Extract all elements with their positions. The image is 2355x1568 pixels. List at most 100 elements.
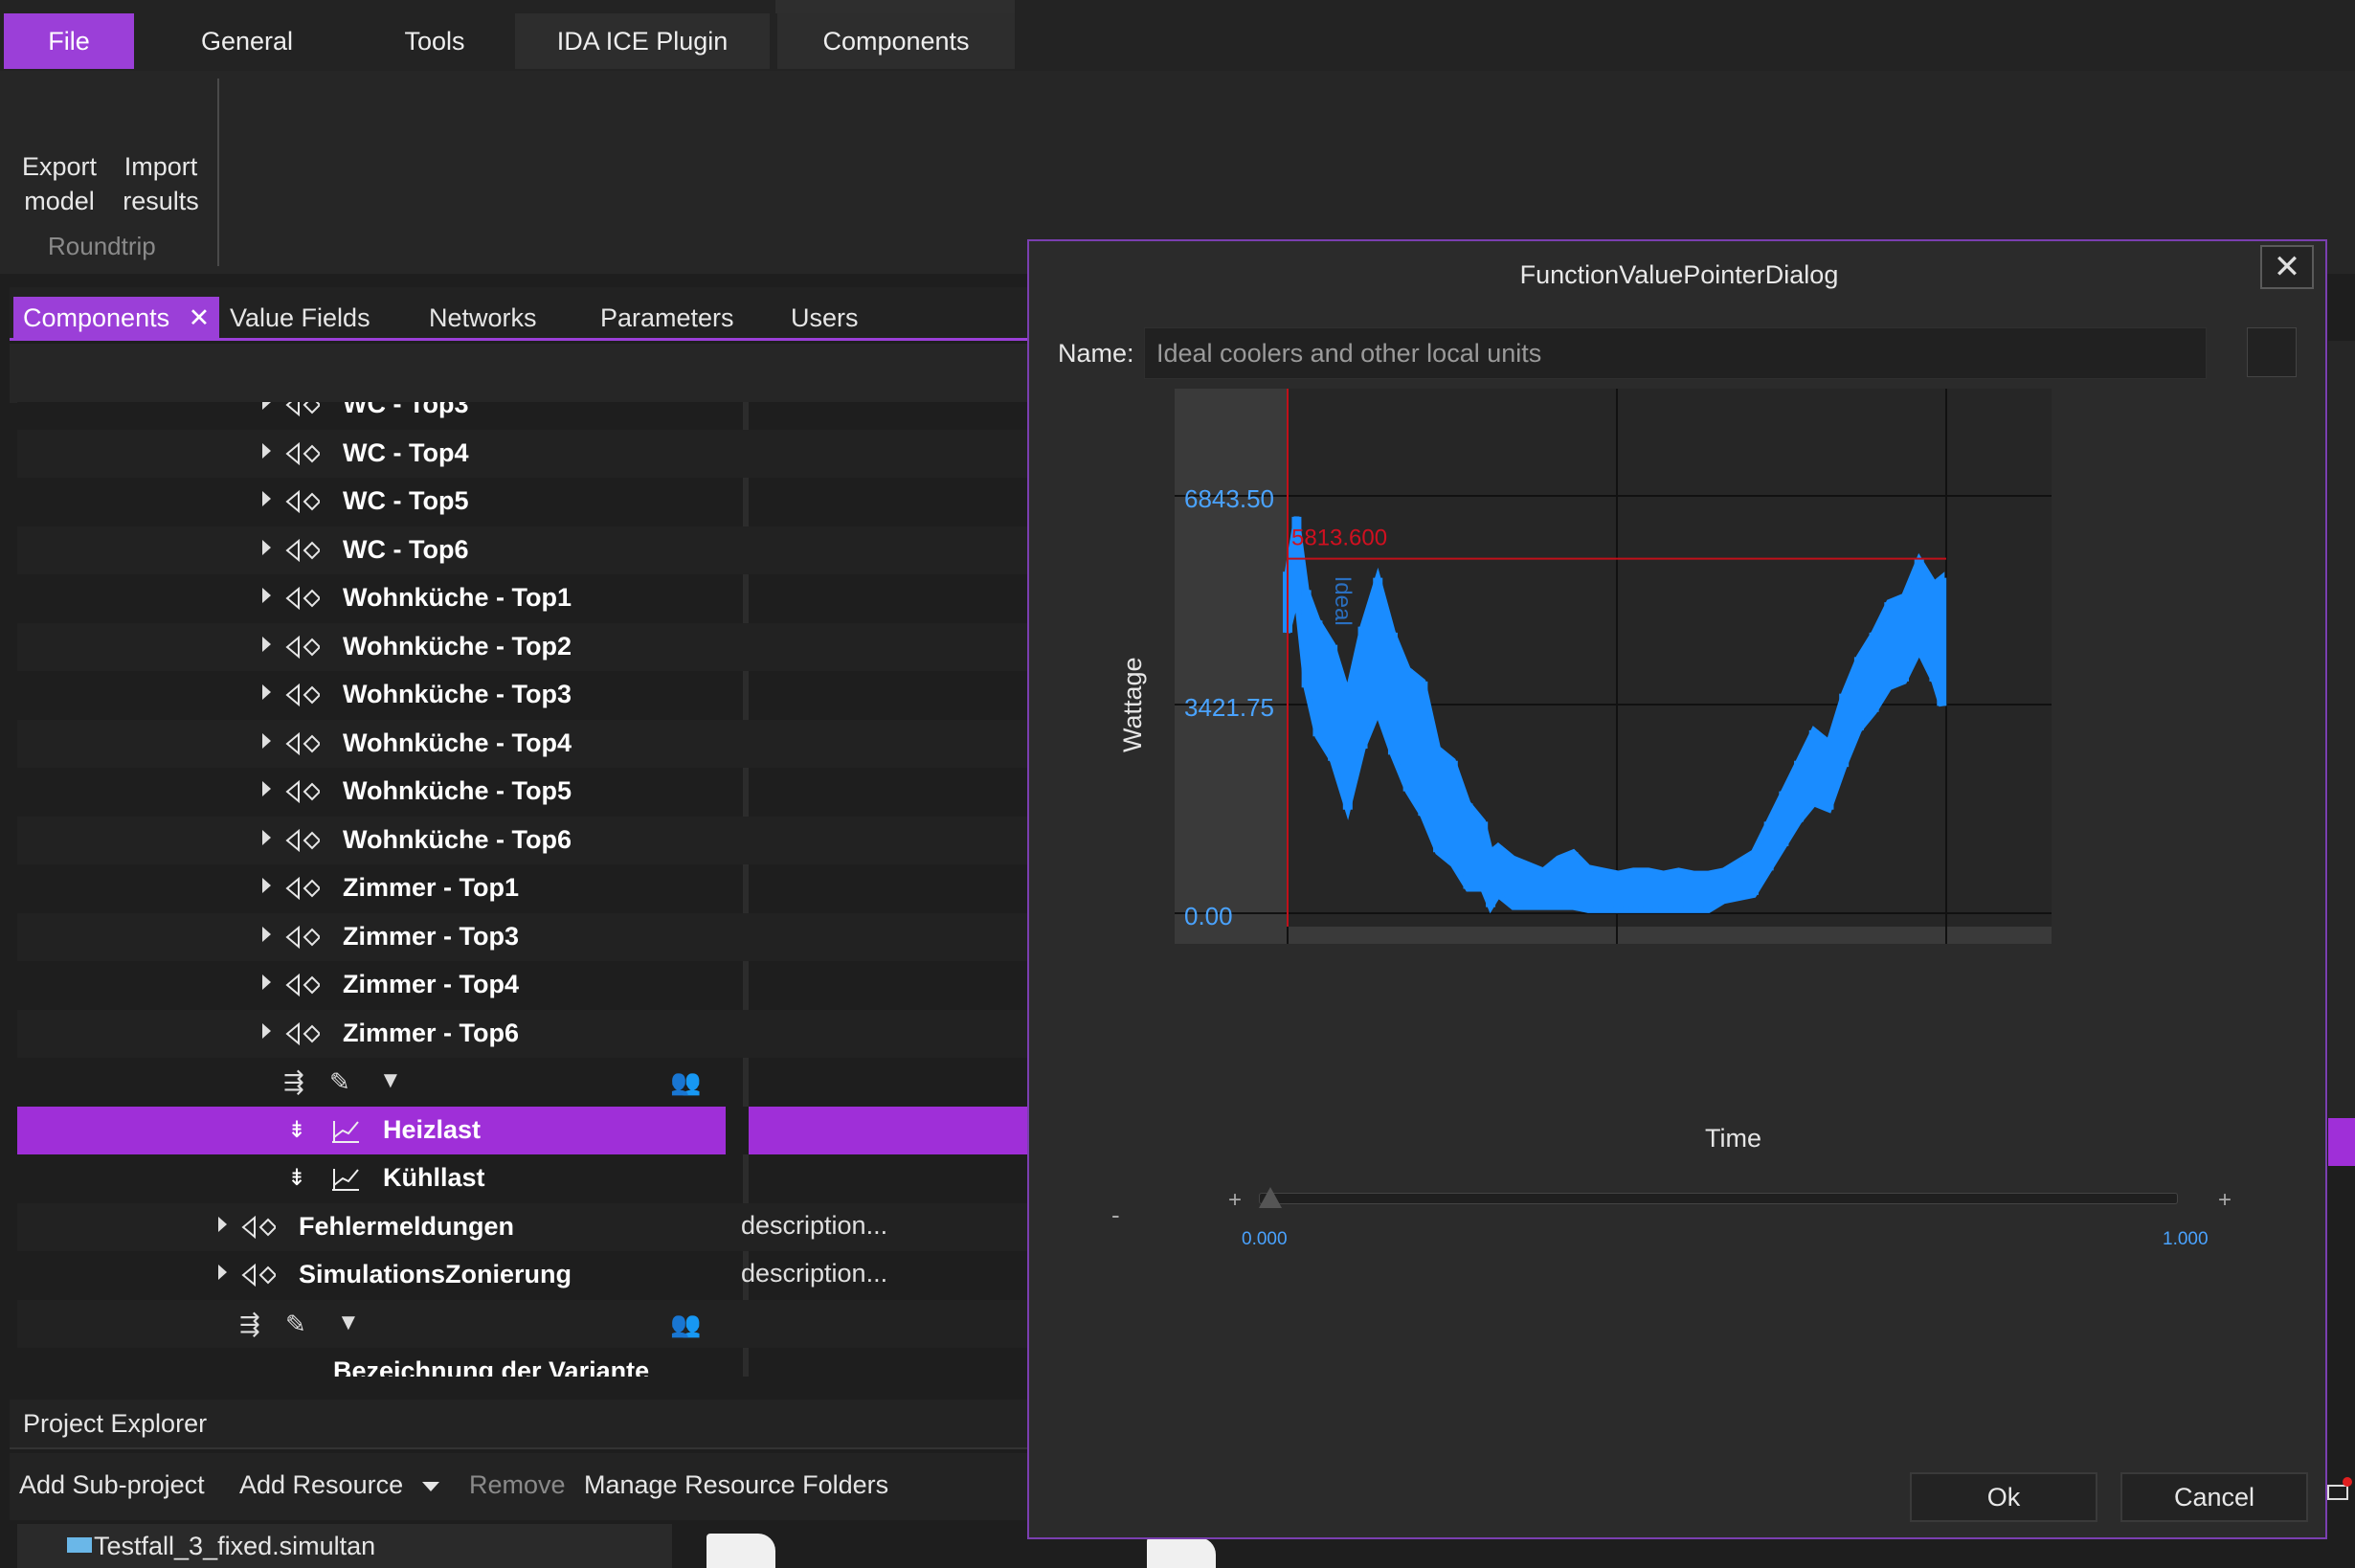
tab-users[interactable]: Users bbox=[791, 297, 859, 339]
tree-row[interactable]: Wohnküche - Top5 bbox=[17, 768, 1029, 816]
add-resource-button[interactable]: Add Resource bbox=[239, 1470, 439, 1500]
expand-icon[interactable] bbox=[262, 684, 271, 700]
tree-row[interactable]: Zimmer - Top3 bbox=[17, 912, 1029, 961]
function-value-pointer-dialog: FunctionValuePointerDialog ✕ Name: Ideal… bbox=[1027, 239, 2327, 1539]
y-tick-label: 3421.75 bbox=[1184, 693, 1274, 722]
expand-icon[interactable] bbox=[262, 732, 271, 749]
tree-row[interactable]: WC - Top6 bbox=[17, 526, 1029, 574]
edit-icon[interactable]: ✎ bbox=[329, 1067, 362, 1096]
link-icon[interactable]: ⇶ bbox=[239, 1310, 272, 1338]
expand-icon[interactable] bbox=[262, 878, 271, 893]
tree-row[interactable]: SimulationsZonierung description... bbox=[17, 1251, 1029, 1299]
tree-row[interactable]: Wohnküche - Top1 bbox=[17, 574, 1029, 622]
tree-row[interactable]: Wohnküche - Top3 bbox=[17, 671, 1029, 719]
expand-icon[interactable] bbox=[262, 926, 271, 942]
manage-resource-folders-button[interactable]: Manage Resource Folders bbox=[584, 1470, 888, 1500]
ribbon-group-label: Roundtrip bbox=[48, 232, 156, 260]
expand-icon[interactable] bbox=[218, 1216, 227, 1232]
name-action-button[interactable] bbox=[2247, 327, 2297, 377]
document-icon[interactable] bbox=[1147, 1537, 1216, 1568]
project-file-name: Testfall_3_fixed.simultan bbox=[94, 1532, 376, 1560]
expand-icon[interactable] bbox=[262, 974, 271, 990]
slider-plus-right[interactable]: + bbox=[2218, 1187, 2232, 1214]
menu-tab-general[interactable]: General bbox=[172, 13, 322, 69]
row-label: Wohnküche - Top5 bbox=[343, 776, 572, 805]
parameter-row[interactable]: ⇟ Kühllast bbox=[17, 1154, 1029, 1202]
tree-toolbar-row[interactable]: ⇶ ✎ ▼ 👥 bbox=[17, 1058, 1029, 1106]
slider-handle[interactable] bbox=[1259, 1187, 1282, 1208]
close-icon[interactable]: ✕ bbox=[189, 303, 211, 332]
row-label: SimulationsZonierung bbox=[299, 1260, 572, 1288]
document-icon[interactable] bbox=[706, 1534, 775, 1568]
cancel-button[interactable]: Cancel bbox=[2120, 1472, 2308, 1522]
export-model-button[interactable]: Export model bbox=[17, 149, 101, 218]
tree-row[interactable]: Fehlermeldungen description... bbox=[17, 1202, 1029, 1251]
tree-toolbar-row[interactable]: ⇶ ✎ ▼ 👥 bbox=[17, 1299, 1029, 1348]
remove-button[interactable]: Remove bbox=[469, 1470, 566, 1500]
tab-components-label: Components bbox=[23, 303, 170, 332]
pane-tabs: Components ✕ Value Fields Networks Param… bbox=[10, 287, 1029, 341]
slider-plus-left[interactable]: + bbox=[1228, 1187, 1242, 1214]
slider-minus[interactable]: - bbox=[1111, 1200, 1120, 1230]
tab-parameters[interactable]: Parameters bbox=[600, 297, 734, 339]
parameter-row[interactable]: ⇟ Heizlast bbox=[17, 1106, 1029, 1154]
expand-icon[interactable] bbox=[262, 402, 271, 410]
expand-icon[interactable] bbox=[218, 1265, 227, 1280]
edit-icon[interactable]: ✎ bbox=[285, 1310, 318, 1338]
row-label: Fehlermeldungen bbox=[299, 1211, 515, 1241]
component-icon bbox=[285, 1021, 320, 1045]
tab-networks[interactable]: Networks bbox=[429, 297, 537, 339]
tree-row[interactable]: WC - Top5 bbox=[17, 478, 1029, 526]
row-label: Wohnküche - Top3 bbox=[343, 680, 572, 708]
close-icon[interactable]: ✕ bbox=[2260, 245, 2314, 289]
link-icon[interactable]: ⇶ bbox=[283, 1067, 316, 1096]
expand-icon[interactable] bbox=[262, 442, 271, 459]
tree-row-partial[interactable]: Bezeichnung der Variante bbox=[17, 1348, 1029, 1377]
tree-row[interactable]: WC - Top3 bbox=[17, 402, 1029, 429]
filter-icon[interactable]: ▼ bbox=[379, 1067, 412, 1096]
import-results-button[interactable]: Import results bbox=[115, 149, 207, 218]
component-icon bbox=[285, 538, 320, 562]
project-explorer-header: Project Explorer bbox=[10, 1400, 1029, 1449]
menu-tab-ida-ice-plugin[interactable]: IDA ICE Plugin bbox=[515, 13, 770, 69]
tree-row[interactable]: Zimmer - Top1 bbox=[17, 864, 1029, 912]
menu-tab-file[interactable]: File bbox=[4, 13, 134, 69]
expand-icon[interactable] bbox=[262, 636, 271, 652]
row-label: Wohnküche - Top6 bbox=[343, 824, 572, 854]
expand-icon[interactable] bbox=[262, 588, 271, 603]
expand-icon[interactable] bbox=[262, 539, 271, 555]
users-icon[interactable]: 👥 bbox=[670, 1310, 703, 1338]
filter-icon[interactable]: ▼ bbox=[337, 1310, 370, 1338]
component-tree: WC - Top3 WC - Top4 WC - Top5 WC - Top6 Wohn… bbox=[17, 402, 1029, 1377]
project-file-icon bbox=[67, 1537, 92, 1553]
menu-tab-components[interactable]: Components bbox=[777, 13, 1015, 69]
expand-icon[interactable] bbox=[262, 781, 271, 796]
wattage-time-chart[interactable]: 6843.503421.750.000.004380.008760.00Watt… bbox=[1098, 389, 2055, 944]
row-label: Zimmer - Top4 bbox=[343, 970, 520, 998]
tree-row[interactable]: Wohnküche - Top2 bbox=[17, 622, 1029, 671]
tab-components[interactable]: Components ✕ bbox=[13, 297, 220, 339]
tree-row[interactable]: Zimmer - Top6 bbox=[17, 1009, 1029, 1058]
warning-icon[interactable] bbox=[2324, 1476, 2353, 1503]
row-label: WC - Top4 bbox=[343, 437, 469, 467]
add-subproject-button[interactable]: Add Sub-project bbox=[19, 1470, 205, 1500]
dialog-title: FunctionValuePointerDialog bbox=[1519, 260, 1839, 289]
ok-button[interactable]: Ok bbox=[1910, 1472, 2097, 1522]
ribbon-separator bbox=[217, 78, 219, 266]
name-field[interactable]: Ideal coolers and other local units bbox=[1144, 327, 2207, 379]
tree-row[interactable]: Zimmer - Top4 bbox=[17, 961, 1029, 1009]
expand-icon[interactable] bbox=[262, 491, 271, 506]
expand-icon[interactable] bbox=[262, 829, 271, 845]
menu-tab-tools[interactable]: Tools bbox=[364, 13, 505, 69]
row-label: Wohnküche - Top1 bbox=[343, 583, 572, 612]
x-axis-strip bbox=[1288, 927, 2052, 944]
tree-row[interactable]: WC - Top4 bbox=[17, 429, 1029, 478]
users-icon[interactable]: 👥 bbox=[670, 1067, 703, 1096]
slider-track[interactable] bbox=[1259, 1193, 2178, 1204]
tab-value-fields[interactable]: Value Fields bbox=[230, 297, 370, 339]
tree-row[interactable]: Wohnküche - Top4 bbox=[17, 719, 1029, 768]
pointer-label: 5813.600 bbox=[1291, 526, 1387, 551]
expand-icon[interactable] bbox=[262, 1022, 271, 1039]
row-description: description... bbox=[741, 1259, 888, 1288]
tree-row[interactable]: Wohnküche - Top6 bbox=[17, 816, 1029, 864]
